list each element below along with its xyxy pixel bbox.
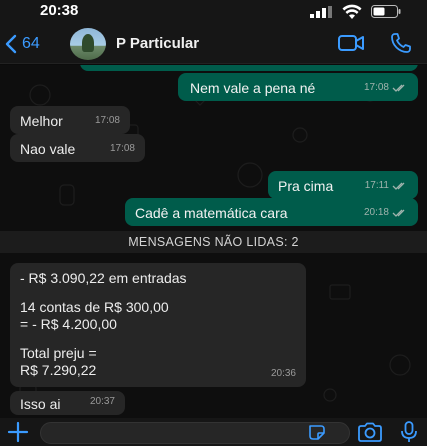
message-bubble-incoming[interactable]: Isso ai 20:37: [10, 391, 125, 415]
message-bubble-incoming[interactable]: - R$ 3.090,22 em entradas 14 contas de R…: [10, 263, 306, 387]
message-bubble-outgoing[interactable]: Pra cima 17:11: [268, 171, 418, 199]
message-line: R$ 7.290,22: [20, 362, 97, 378]
message-text: Nem vale a pena né: [190, 80, 316, 96]
microphone-icon[interactable]: [400, 421, 418, 443]
chevron-left-icon: [5, 34, 17, 54]
message-bubble-outgoing[interactable]: Nem vale a pena né 17:08: [178, 73, 418, 101]
wifi-icon: [342, 4, 362, 19]
message-bubble-incoming[interactable]: Melhor 17:08: [10, 106, 130, 134]
message-input-bar: [0, 418, 427, 446]
video-call-icon[interactable]: [338, 34, 364, 52]
message-time: 17:08: [109, 143, 135, 154]
message-input[interactable]: [40, 422, 350, 444]
message-time: 17:08: [363, 82, 389, 93]
phone-icon[interactable]: [390, 32, 412, 54]
read-receipt-icon: [392, 209, 405, 217]
message-text: Cadê a matemática cara: [135, 205, 288, 221]
message-text: Pra cima: [278, 178, 334, 194]
chat-header: 64 P Particular: [0, 24, 427, 64]
unread-messages-divider: MENSAGENS NÃO LIDAS: 2: [0, 231, 427, 253]
message-time: 17:08: [94, 115, 120, 126]
message-bubble-incoming[interactable]: Nao vale 17:08: [10, 134, 145, 162]
message-meta: 17:08: [110, 140, 135, 158]
avatar[interactable]: [70, 28, 106, 60]
message-line: = - R$ 4.200,00: [20, 316, 117, 332]
message-line: 14 contas de R$ 300,00: [20, 299, 169, 315]
message-time: 17:11: [364, 180, 389, 191]
message-meta: 17:08: [95, 112, 120, 130]
back-button[interactable]: 64: [4, 31, 40, 57]
sticker-icon[interactable]: [308, 424, 326, 440]
plus-icon[interactable]: [6, 420, 30, 444]
back-unread-count: 64: [22, 35, 40, 52]
battery-icon: [371, 5, 401, 18]
message-bubble-outgoing[interactable]: Cadê a matemática cara 20:18: [125, 198, 418, 226]
status-time: 20:38: [40, 2, 79, 19]
message-line: Total preju =: [20, 345, 97, 361]
message-time: 20:18: [363, 207, 389, 218]
message-time: 20:36: [270, 368, 296, 379]
message-line: - R$ 3.090,22 em entradas: [20, 270, 187, 286]
message-text: Nao vale: [20, 141, 76, 157]
message-meta: 20:18: [364, 204, 408, 222]
contact-name[interactable]: P Particular: [116, 35, 199, 52]
camera-icon[interactable]: [357, 422, 383, 442]
cellular-signal-icon: [310, 6, 332, 18]
message-bubble-partial: [80, 65, 418, 71]
message-meta: 20:37: [90, 393, 115, 411]
message-meta: 20:36: [271, 365, 296, 383]
message-meta: 17:08: [364, 79, 408, 97]
message-text: Melhor: [20, 113, 63, 129]
message-text: Isso ai: [20, 396, 61, 412]
read-receipt-icon: [392, 182, 405, 190]
message-time: 20:37: [89, 396, 115, 407]
read-receipt-icon: [392, 84, 405, 92]
status-bar: 20:38: [0, 0, 427, 24]
message-meta: 17:11: [365, 177, 408, 195]
chat-area[interactable]: Nem vale a pena né 17:08 Melhor 17:08 Na…: [0, 65, 427, 418]
